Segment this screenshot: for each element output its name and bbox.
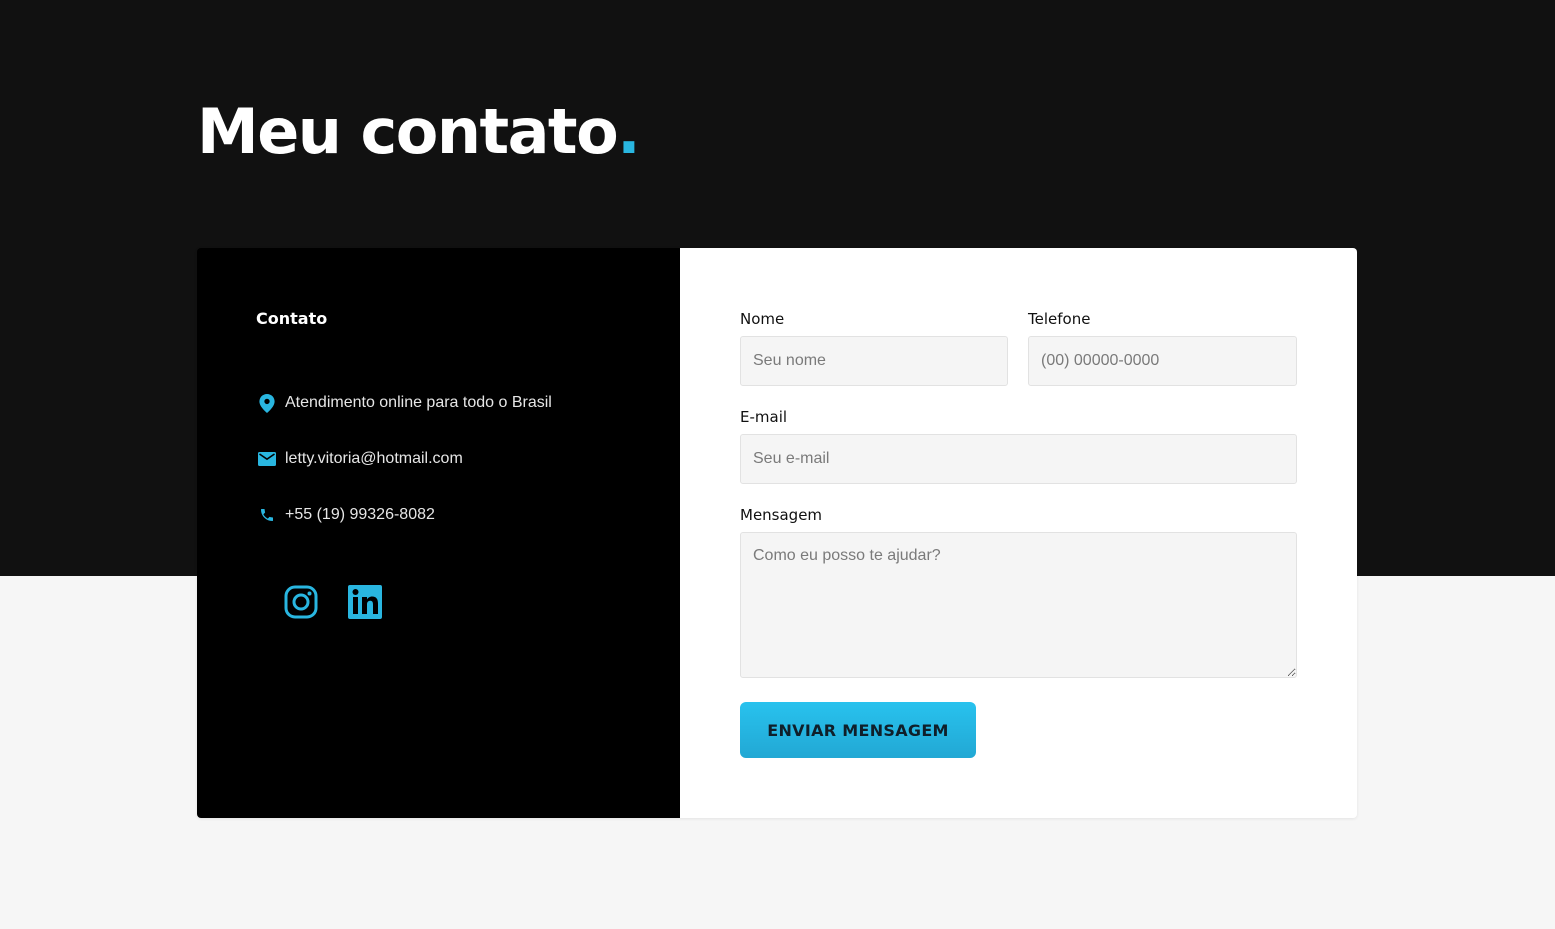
page-title-text: Meu contato [197, 95, 619, 168]
contact-form: Nome Telefone E-mail Mensagem ENVIAR MEN… [680, 248, 1357, 818]
message-label: Mensagem [740, 506, 823, 524]
contact-item-email[interactable]: letty.vitoria@hotmail.com [257, 449, 463, 469]
contact-item-text: Atendimento online para todo o Brasil [285, 394, 552, 411]
contact-item-phone[interactable]: +55 (19) 99326-8082 [257, 505, 435, 525]
page-title-dot: . [617, 95, 641, 168]
email-icon [257, 449, 277, 469]
linkedin-icon [348, 585, 382, 624]
send-message-button[interactable]: ENVIAR MENSAGEM [740, 702, 976, 758]
linkedin-link[interactable] [348, 585, 382, 624]
contact-item-location: Atendimento online para todo o Brasil [257, 393, 552, 413]
contact-info-panel: Contato Atendimento online para todo o B… [197, 248, 680, 818]
message-textarea[interactable] [740, 532, 1297, 678]
email-input[interactable] [740, 434, 1297, 484]
name-label: Nome [740, 310, 785, 328]
email-label: E-mail [740, 408, 788, 426]
contact-item-text: +55 (19) 99326-8082 [285, 506, 435, 523]
page-title: Meu contato. [197, 92, 641, 172]
contact-heading: Contato [256, 309, 328, 328]
name-input[interactable] [740, 336, 1008, 386]
phone-input[interactable] [1028, 336, 1297, 386]
instagram-link[interactable] [284, 585, 318, 624]
location-pin-icon [257, 393, 277, 413]
contact-item-text: letty.vitoria@hotmail.com [285, 450, 463, 467]
instagram-icon [284, 585, 318, 624]
phone-label: Telefone [1028, 310, 1091, 328]
contact-card: Contato Atendimento online para todo o B… [197, 248, 1357, 818]
phone-icon [257, 505, 277, 525]
